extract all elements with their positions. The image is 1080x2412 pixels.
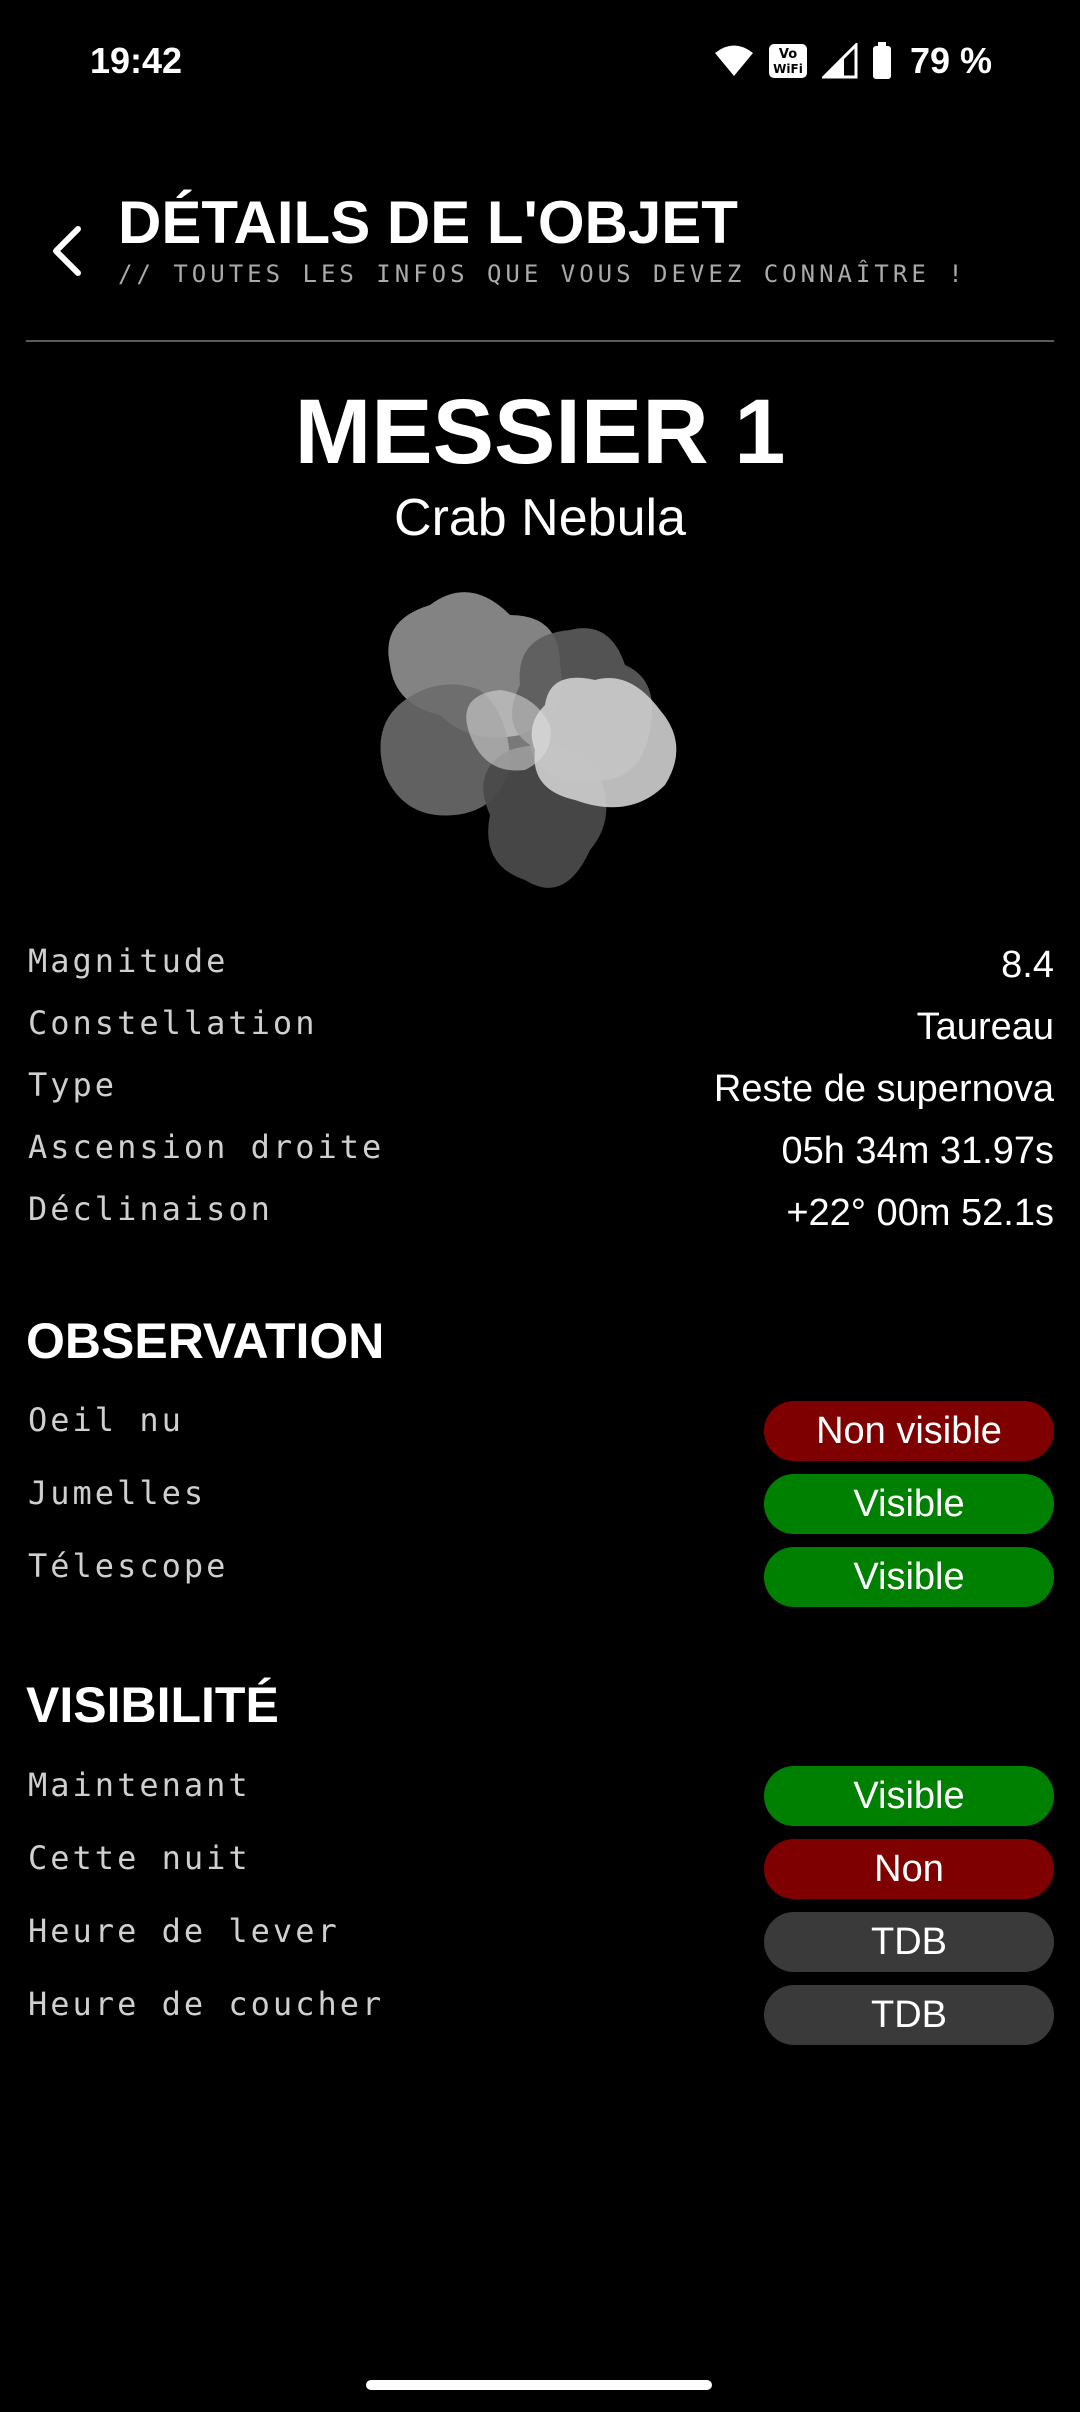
status-badge: Non (764, 1839, 1054, 1899)
detail-label: Déclinaison (28, 1190, 273, 1228)
detail-row-magnitude: Magnitude 8.4 (26, 942, 1054, 998)
visibility-label: Cette nuit (28, 1839, 251, 1877)
object-name: MESSIER 1 (294, 381, 786, 483)
header: DÉTAILS DE L'OBJET // TOUTES LES INFOS Q… (0, 180, 1080, 330)
visibility-row-tonight: Cette nuit Non (26, 1839, 1054, 1901)
status-badge: TDB (764, 1912, 1054, 1972)
status-icons: Vo WiFi 79 % (714, 38, 992, 84)
object-alias: Crab Nebula (394, 489, 686, 547)
detail-row-right-ascension: Ascension droite 05h 34m 31.97s (26, 1128, 1054, 1184)
status-bar: 19:42 Vo WiFi 79 % (0, 0, 1080, 120)
battery-icon (872, 42, 892, 80)
svg-text:WiFi: WiFi (773, 62, 803, 76)
visibility-label: Heure de lever (28, 1912, 340, 1950)
vowifi-icon: Vo WiFi (768, 43, 808, 79)
visibility-label: Heure de coucher (28, 1985, 385, 2023)
battery-percentage: 79 % (909, 40, 992, 81)
observation-section-title: OBSERVATION (26, 1313, 385, 1369)
visibility-row-rise-time: Heure de lever TDB (26, 1912, 1054, 1974)
status-badge: Visible (764, 1547, 1054, 1607)
status-badge: Visible (764, 1766, 1054, 1826)
detail-label: Magnitude (28, 942, 229, 980)
observation-row-telescope: Télescope Visible (26, 1547, 1054, 1609)
page-subtitle: // TOUTES LES INFOS QUE VOUS DEVEZ CONNA… (118, 260, 967, 288)
detail-row-declination: Déclinaison +22° 00m 52.1s (26, 1190, 1054, 1246)
svg-text:Vo: Vo (779, 47, 797, 62)
status-badge: Visible (764, 1474, 1054, 1534)
wifi-icon (714, 44, 754, 78)
detail-value: Taureau (916, 1006, 1054, 1048)
observation-label: Oeil nu (28, 1401, 184, 1439)
observation-row-binoculars: Jumelles Visible (26, 1474, 1054, 1536)
nebula-icon (360, 575, 720, 925)
detail-label: Type (28, 1066, 118, 1104)
header-divider (26, 340, 1054, 342)
home-indicator[interactable] (366, 2380, 712, 2390)
detail-row-constellation: Constellation Taureau (26, 1004, 1054, 1060)
detail-value: 8.4 (1001, 944, 1054, 986)
observation-row-naked-eye: Oeil nu Non visible (26, 1401, 1054, 1463)
status-badge: TDB (764, 1985, 1054, 2045)
cellular-signal-icon (821, 43, 858, 79)
detail-value: 05h 34m 31.97s (781, 1130, 1054, 1172)
status-badge: Non visible (764, 1401, 1054, 1461)
status-time: 19:42 (90, 40, 183, 81)
visibility-label: Maintenant (28, 1766, 251, 1804)
page-title: DÉTAILS DE L'OBJET (118, 189, 738, 256)
visibility-row-now: Maintenant Visible (26, 1766, 1054, 1828)
detail-value: Reste de supernova (713, 1068, 1054, 1110)
chevron-left-icon (48, 223, 84, 284)
visibility-section-title: VISIBILITÉ (26, 1677, 279, 1733)
detail-label: Constellation (28, 1004, 318, 1042)
observation-label: Jumelles (28, 1474, 207, 1512)
detail-label: Ascension droite (28, 1128, 385, 1166)
detail-row-type: Type Reste de supernova (26, 1066, 1054, 1122)
detail-value: +22° 00m 52.1s (786, 1192, 1054, 1234)
observation-label: Télescope (28, 1547, 229, 1585)
back-button[interactable] (38, 218, 94, 288)
visibility-row-set-time: Heure de coucher TDB (26, 1985, 1054, 2047)
